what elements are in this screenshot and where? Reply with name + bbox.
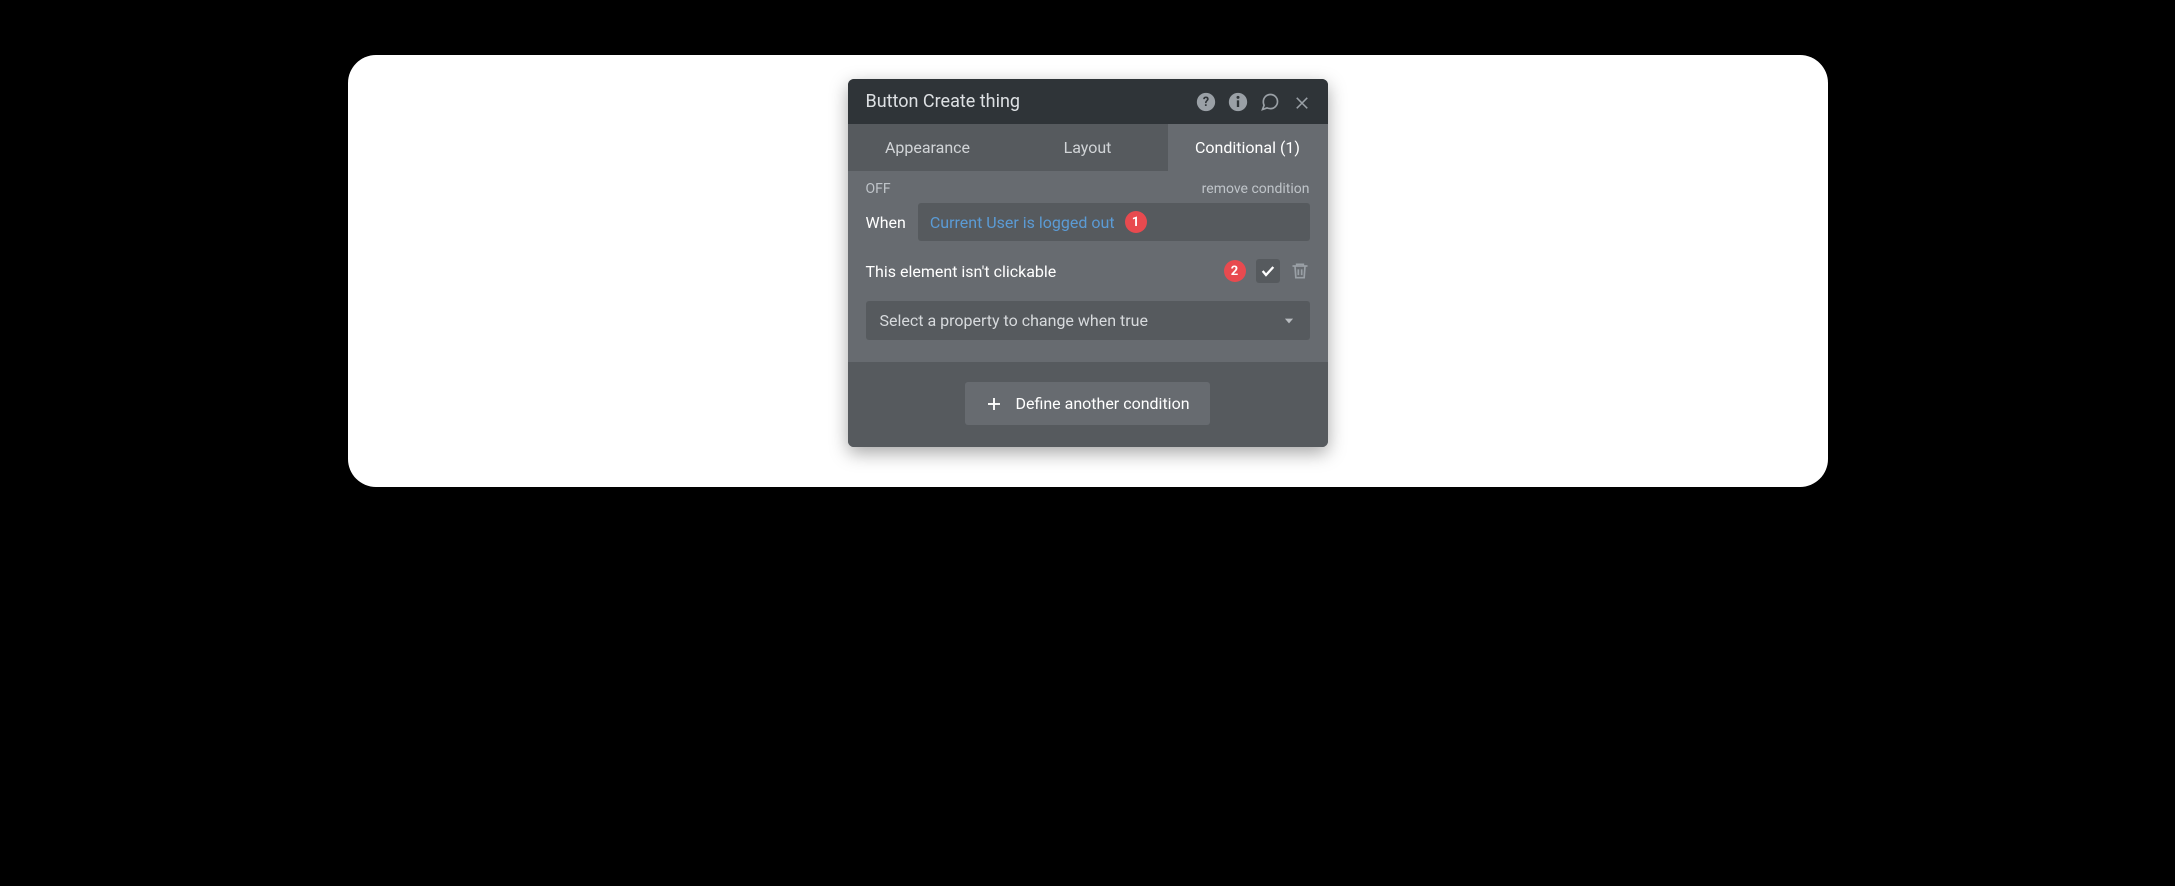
trash-icon (1290, 261, 1310, 281)
info-icon[interactable] (1228, 92, 1248, 112)
check-icon (1260, 263, 1276, 279)
panel-header: Button Create thing ? (848, 79, 1328, 124)
stage: Button Create thing ? Appearance Layout … (348, 55, 1828, 487)
tab-layout[interactable]: Layout (1008, 124, 1168, 171)
select-row: Select a property to change when true (848, 301, 1328, 362)
annotation-badge-2: 2 (1224, 260, 1246, 282)
chevron-down-icon (1282, 314, 1296, 328)
condition-header-row: OFF remove condition (848, 171, 1328, 203)
tab-conditional[interactable]: Conditional (1) (1168, 124, 1328, 171)
plus-icon (985, 395, 1003, 413)
property-select-placeholder: Select a property to change when true (880, 311, 1148, 330)
property-editor-panel: Button Create thing ? Appearance Layout … (848, 79, 1328, 447)
panel-title: Button Create thing (866, 91, 1184, 112)
tabs: Appearance Layout Conditional (1) (848, 124, 1328, 171)
property-checkbox[interactable] (1256, 259, 1280, 283)
help-icon[interactable]: ? (1196, 92, 1216, 112)
define-button-label: Define another condition (1015, 394, 1189, 413)
condition-state-label: OFF (866, 181, 891, 197)
delete-property-button[interactable] (1290, 261, 1310, 281)
condition-expression-text: Current User is logged out (930, 213, 1115, 232)
property-row: This element isn't clickable 2 (848, 259, 1328, 301)
property-select[interactable]: Select a property to change when true (866, 301, 1310, 340)
when-label: When (866, 213, 906, 232)
define-another-condition-button[interactable]: Define another condition (965, 382, 1209, 425)
tab-appearance[interactable]: Appearance (848, 124, 1008, 171)
panel-footer: Define another condition (848, 362, 1328, 447)
annotation-badge-1: 1 (1125, 211, 1147, 233)
condition-expression-input[interactable]: Current User is logged out 1 (918, 203, 1310, 241)
close-icon[interactable] (1292, 92, 1312, 112)
property-label: This element isn't clickable (866, 262, 1214, 281)
panel-body: OFF remove condition When Current User i… (848, 171, 1328, 362)
when-row: When Current User is logged out 1 (848, 203, 1328, 259)
remove-condition-link[interactable]: remove condition (1202, 181, 1310, 197)
comment-icon[interactable] (1260, 92, 1280, 112)
svg-text:?: ? (1202, 95, 1208, 110)
